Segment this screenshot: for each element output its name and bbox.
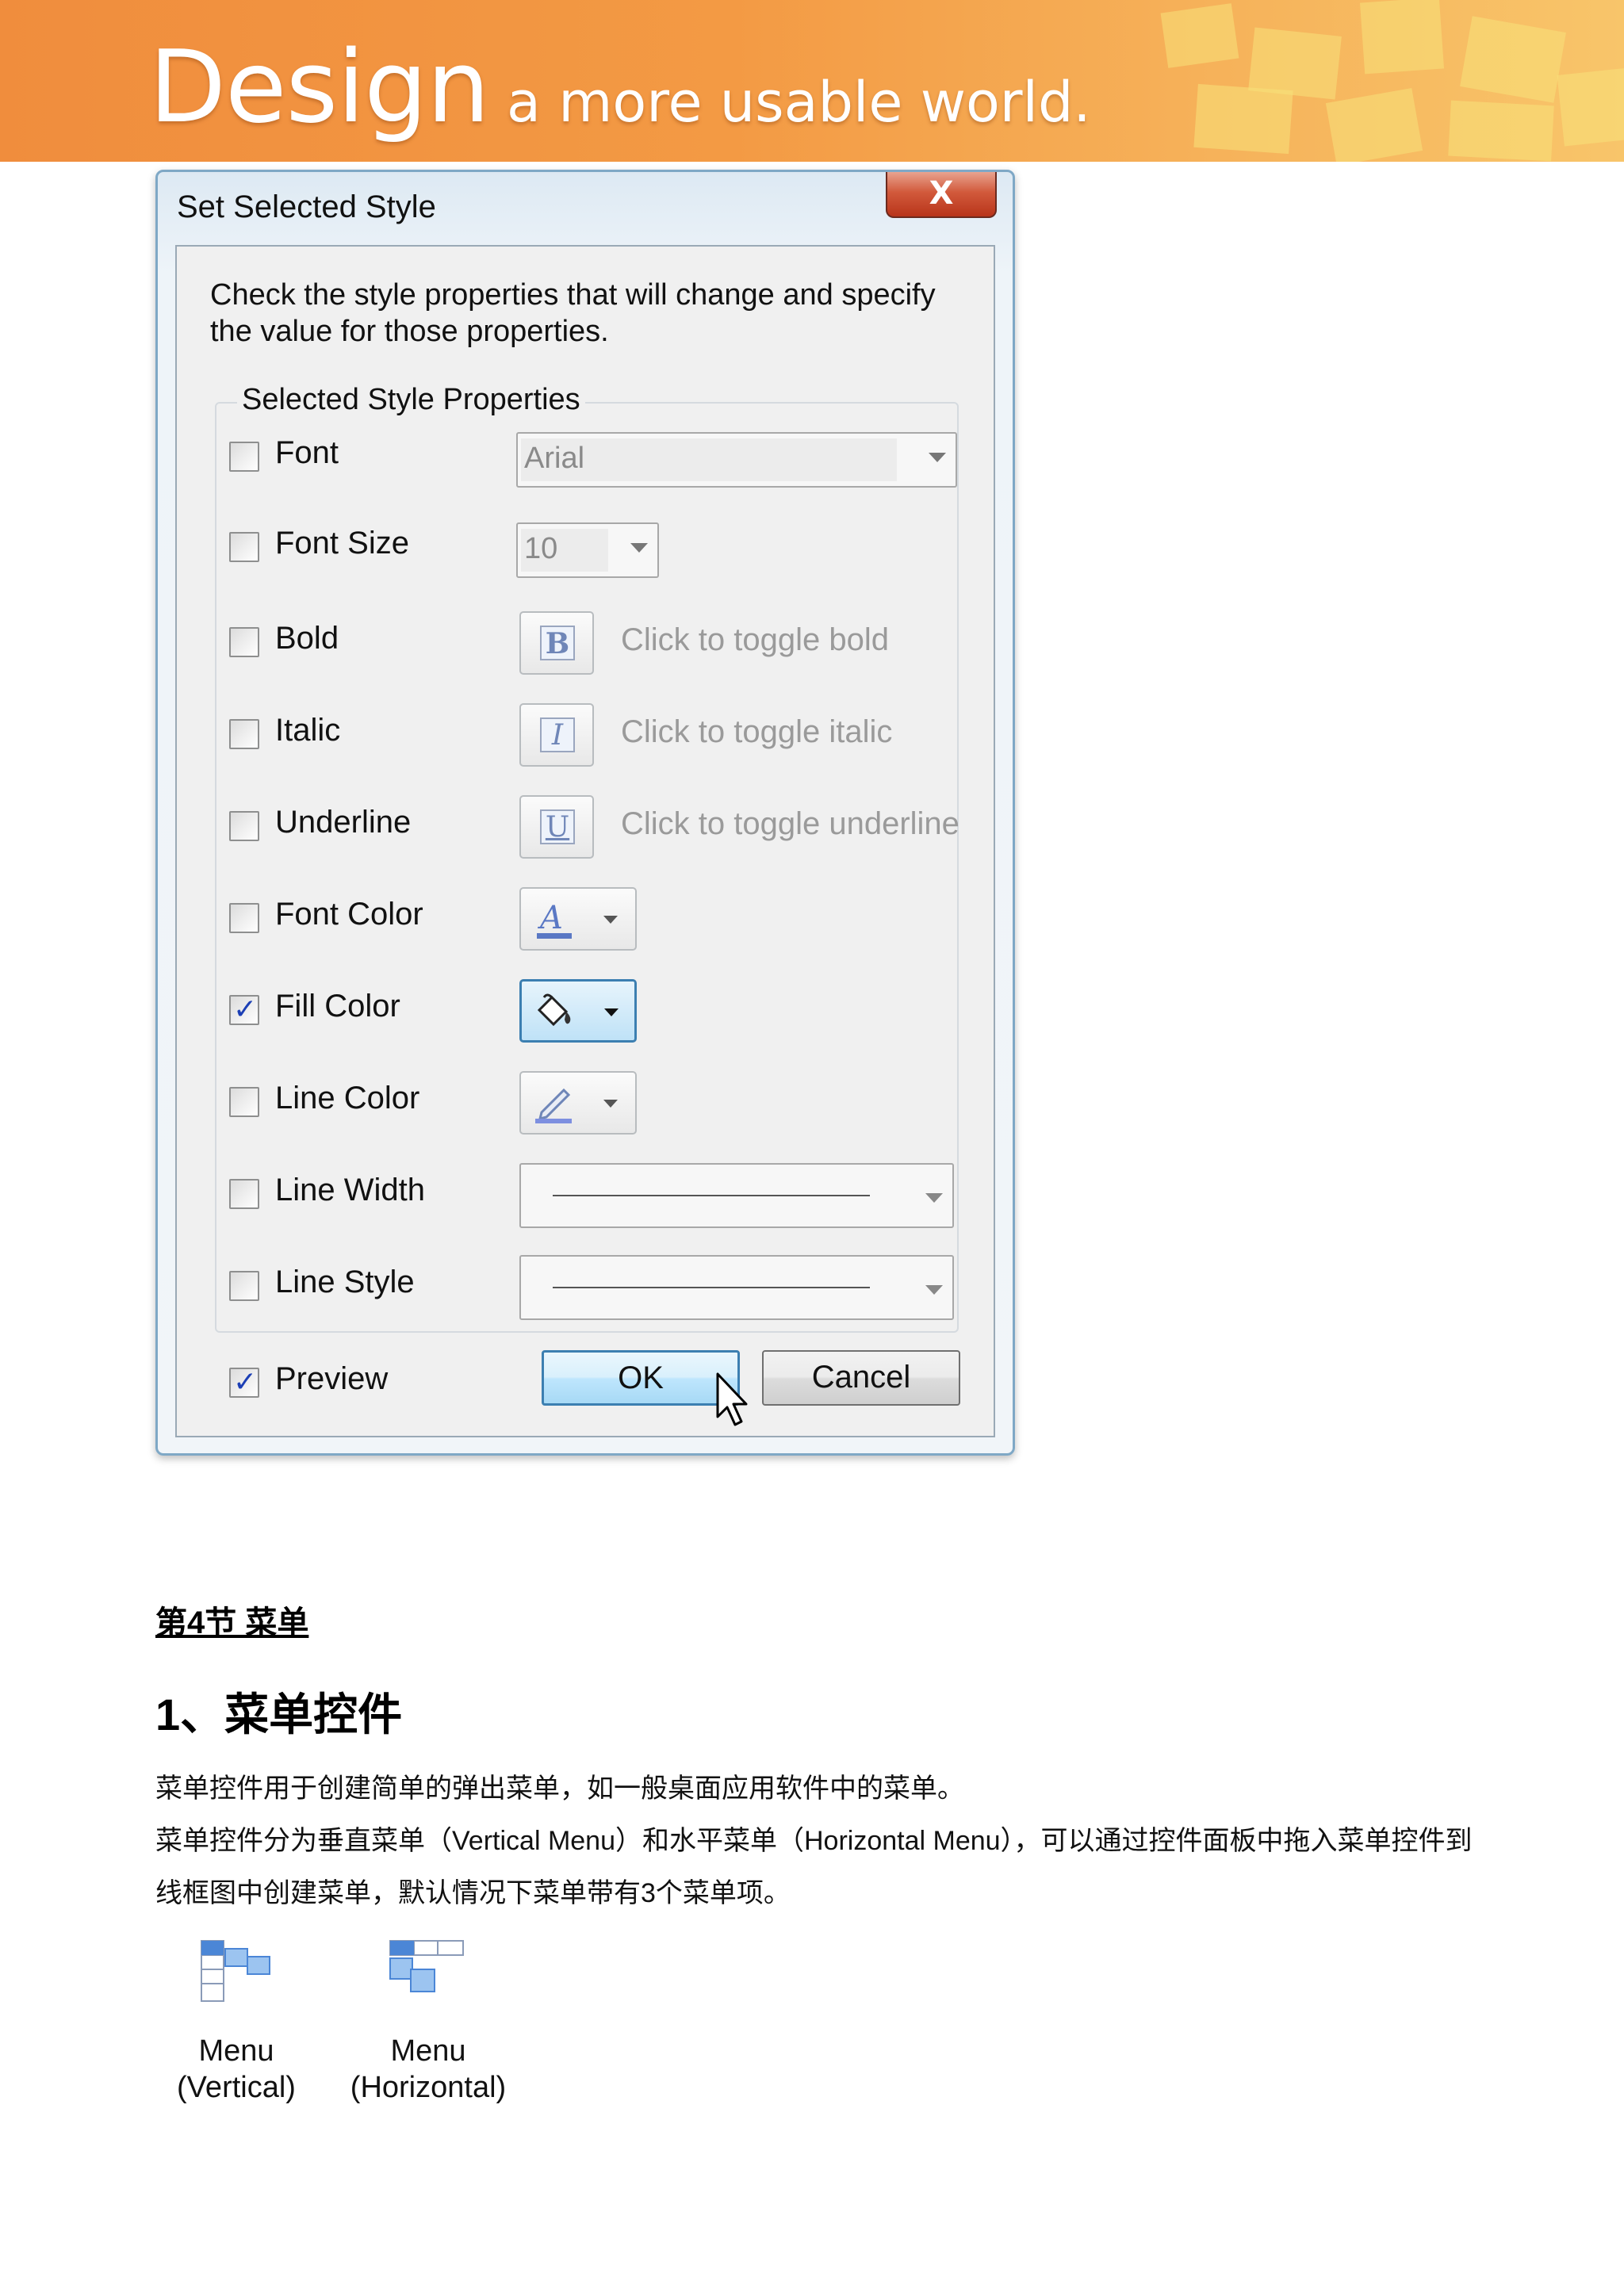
horizontal-menu-icon <box>389 1940 464 1992</box>
italic-checkbox[interactable] <box>229 719 259 749</box>
line-style-select[interactable] <box>519 1255 954 1320</box>
menu-vertical-widget[interactable]: Menu (Vertical) <box>165 1938 308 2104</box>
menu-vertical-label: Menu (Vertical) <box>177 2034 296 2104</box>
paragraph: 菜单控件分为垂直菜单（Vertical Menu）和水平菜单（Horizonta… <box>155 1826 1473 1856</box>
line-style-label: Line Style <box>275 1265 415 1299</box>
font-color-checkbox[interactable] <box>229 903 259 933</box>
bold-label: Bold <box>275 621 339 656</box>
underline-icon: U <box>540 809 575 844</box>
toggle-underline-button[interactable]: U <box>519 795 594 859</box>
font-size-select[interactable]: 10 <box>516 522 659 578</box>
preview-label: Preview <box>275 1361 389 1396</box>
svg-text:A: A <box>537 900 563 936</box>
section-title: 第4节 菜单 <box>155 1605 309 1640</box>
selected-style-properties-group: Selected Style Properties Font Arial Fon… <box>215 383 959 1333</box>
font-color-row: Font Color A <box>229 887 943 951</box>
line-width-checkbox[interactable] <box>229 1179 259 1209</box>
line-width-preview <box>553 1195 870 1196</box>
italic-row: Italic I Click to toggle italic <box>229 703 943 767</box>
chevron-down-icon <box>925 1193 943 1203</box>
paragraph: 菜单控件用于创建简单的弹出菜单，如一般桌面应用软件中的菜单。 <box>155 1774 964 1804</box>
chevron-down-icon <box>603 916 618 924</box>
preview-checkbox[interactable] <box>229 1366 259 1399</box>
line-width-row: Line Width <box>229 1163 954 1228</box>
dialog-title: Set Selected Style <box>177 189 436 224</box>
italic-label: Italic <box>275 713 341 748</box>
banner-slogan: Design a more usable world. <box>149 29 1091 145</box>
underline-checkbox[interactable] <box>229 811 259 841</box>
bold-checkbox[interactable] <box>229 627 259 657</box>
set-selected-style-dialog: Set Selected Style X Check the style pro… <box>155 170 1015 1456</box>
font-label: Font <box>275 435 339 470</box>
pencil-icon <box>532 1082 576 1125</box>
line-width-select[interactable] <box>519 1163 954 1228</box>
font-select[interactable]: Arial <box>516 432 957 488</box>
bold-row: Bold B Click to toggle bold <box>229 611 943 675</box>
chevron-down-icon <box>603 1100 618 1108</box>
dialog-description: Check the style properties that will cha… <box>210 278 936 348</box>
font-color-label: Font Color <box>275 897 423 932</box>
font-value: Arial <box>524 442 585 475</box>
line-color-row: Line Color <box>229 1071 943 1135</box>
sticky-notes-graphic <box>1132 0 1624 162</box>
italic-hint: Click to toggle italic <box>621 714 893 749</box>
italic-icon: I <box>540 718 575 752</box>
line-style-preview <box>553 1287 870 1288</box>
font-size-value: 10 <box>524 532 558 565</box>
line-style-checkbox[interactable] <box>229 1271 259 1301</box>
header-banner: Design a more usable world. <box>0 0 1624 162</box>
heading-menu-widget: 1、菜单控件 <box>155 1689 403 1739</box>
line-color-label: Line Color <box>275 1081 420 1115</box>
chevron-down-icon <box>630 543 648 553</box>
underline-row: Underline U Click to toggle underline <box>229 795 959 859</box>
underline-hint: Click to toggle underline <box>621 806 959 841</box>
fill-color-checkbox[interactable] <box>229 993 259 1026</box>
banner-title: Design <box>149 29 490 145</box>
dialog-body: Check the style properties that will cha… <box>175 245 995 1437</box>
ok-button[interactable]: OK <box>542 1350 740 1406</box>
cancel-button[interactable]: Cancel <box>762 1350 960 1406</box>
bold-hint: Click to toggle bold <box>621 622 889 657</box>
toggle-bold-button[interactable]: B <box>519 611 594 675</box>
close-icon: X <box>929 175 954 212</box>
line-width-label: Line Width <box>275 1173 425 1207</box>
font-checkbox[interactable] <box>229 442 259 472</box>
vertical-menu-icon <box>201 1940 270 2002</box>
group-label: Selected Style Properties <box>237 383 585 417</box>
line-style-row: Line Style <box>229 1255 954 1320</box>
font-size-row: Font Size 10 <box>229 522 943 578</box>
line-color-checkbox[interactable] <box>229 1087 259 1117</box>
fill-color-row: Fill Color <box>229 979 943 1043</box>
font-size-label: Font Size <box>275 526 409 561</box>
font-color-icon: A <box>532 898 576 941</box>
font-size-checkbox[interactable] <box>229 532 259 562</box>
paragraph: 线框图中创建菜单，默认情况下菜单带有3个菜单项。 <box>155 1878 791 1908</box>
menu-horizontal-label: Menu (Horizontal) <box>350 2034 507 2104</box>
menu-horizontal-widget[interactable]: Menu (Horizontal) <box>349 1938 508 2104</box>
chevron-down-icon <box>604 1008 619 1016</box>
fill-color-picker[interactable] <box>519 979 637 1043</box>
font-row: Font Arial <box>229 432 957 488</box>
fill-color-label: Fill Color <box>275 989 400 1024</box>
line-color-picker[interactable] <box>519 1071 637 1135</box>
bold-icon: B <box>540 626 575 660</box>
paint-bucket-icon <box>533 991 577 1034</box>
mouse-cursor-icon <box>716 1372 748 1426</box>
chevron-down-icon <box>929 453 946 462</box>
banner-tagline: a more usable world. <box>507 70 1091 135</box>
close-button[interactable]: X <box>886 172 997 218</box>
chevron-down-icon <box>925 1285 943 1295</box>
font-color-picker[interactable]: A <box>519 887 637 951</box>
underline-label: Underline <box>275 805 412 840</box>
toggle-italic-button[interactable]: I <box>519 703 594 767</box>
